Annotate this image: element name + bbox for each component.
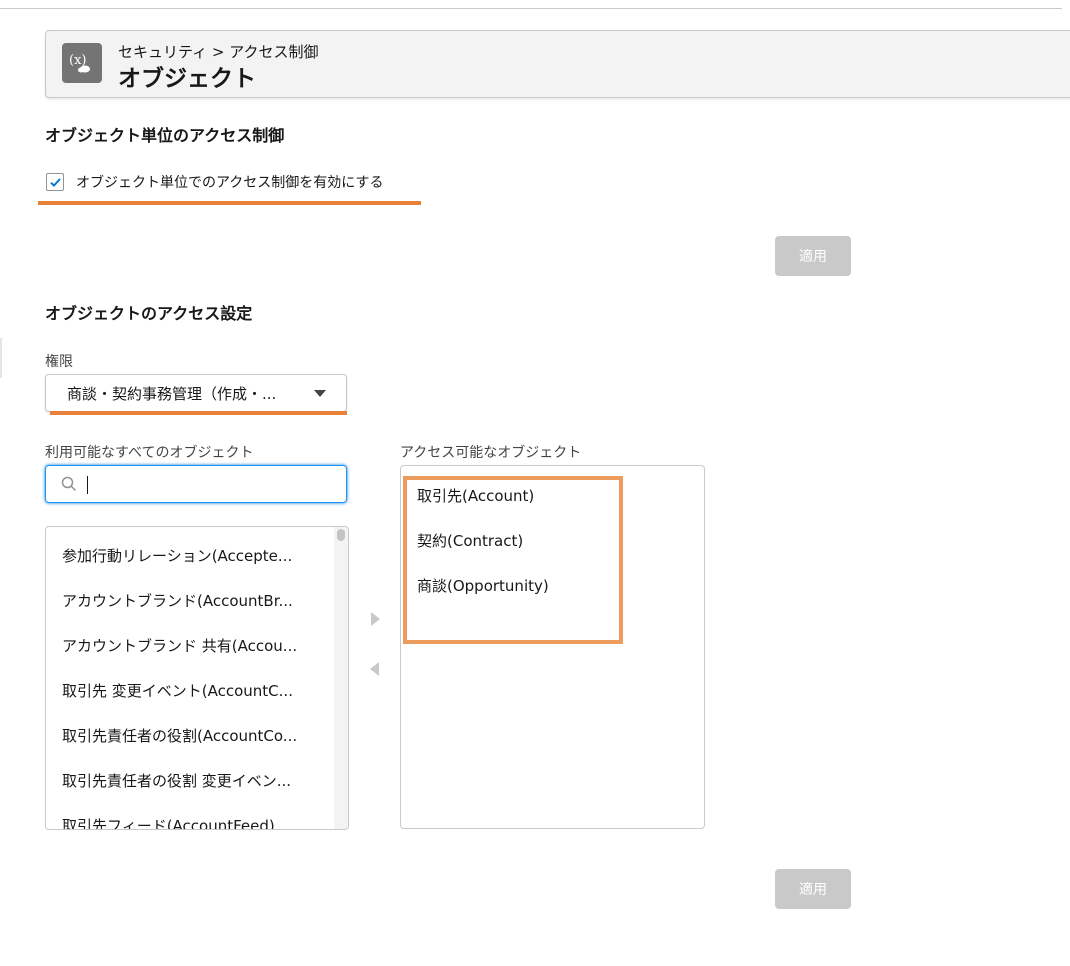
apply-button-bottom[interactable]: 適用	[775, 869, 851, 909]
object-search[interactable]	[45, 465, 347, 503]
scrollbar-thumb[interactable]	[337, 529, 345, 541]
list-item[interactable]: 取引先責任者の役割 変更イベン...	[62, 770, 320, 791]
left-edge-marker	[0, 338, 2, 378]
enable-checkbox-label: オブジェクト単位でのアクセス制御を有効にする	[76, 175, 384, 191]
variable-icon: (x)	[62, 43, 102, 83]
text-caret	[87, 476, 88, 494]
search-input[interactable]	[92, 472, 332, 496]
apply-button-top[interactable]: 適用	[775, 236, 851, 276]
accessible-objects-label: アクセス可能なオブジェクト	[400, 445, 582, 461]
list-item[interactable]: 取引先責任者の役割(AccountCo...	[62, 725, 320, 746]
object-access-settings-heading: オブジェクトのアクセス設定	[45, 304, 253, 323]
list-item[interactable]: 参加行動リレーション(Accepte...	[62, 545, 320, 566]
select-highlight-underline	[50, 411, 347, 415]
available-objects-list[interactable]: 参加行動リレーション(Accepte... アカウントブランド(AccountB…	[45, 526, 349, 830]
move-left-icon[interactable]	[368, 662, 380, 676]
chevron-down-icon	[314, 390, 326, 397]
page-title: オブジェクト	[118, 66, 256, 92]
permission-select[interactable]: 商談・契約事務管理（作成・...	[45, 374, 347, 412]
list-item[interactable]: 取引先フィード(AccountFeed)	[62, 815, 320, 829]
page-header: (x) セキュリティ > アクセス制御 オブジェクト	[45, 30, 1070, 98]
checkbox-highlight-underline	[38, 201, 421, 205]
move-right-icon[interactable]	[370, 612, 382, 626]
checkmark-icon	[49, 177, 61, 187]
list-item[interactable]: アカウントブランド 共有(Accou...	[62, 635, 320, 656]
accessible-items-highlight	[403, 476, 623, 644]
list-item[interactable]: アカウントブランド(AccountBr...	[62, 590, 320, 611]
permission-select-value: 商談・契約事務管理（作成・...	[67, 384, 277, 403]
enable-object-access-control[interactable]: オブジェクト単位でのアクセス制御を有効にする	[46, 172, 383, 192]
scrollbar[interactable]	[334, 527, 348, 829]
search-icon	[61, 476, 77, 492]
permission-label: 権限	[45, 354, 73, 370]
list-item[interactable]: 取引先 変更イベント(AccountC...	[62, 680, 320, 701]
enable-checkbox[interactable]	[46, 173, 64, 191]
available-objects-label: 利用可能なすべてのオブジェクト	[45, 445, 254, 461]
object-access-control-heading: オブジェクト単位のアクセス制御	[45, 126, 285, 145]
top-divider	[0, 8, 1062, 9]
